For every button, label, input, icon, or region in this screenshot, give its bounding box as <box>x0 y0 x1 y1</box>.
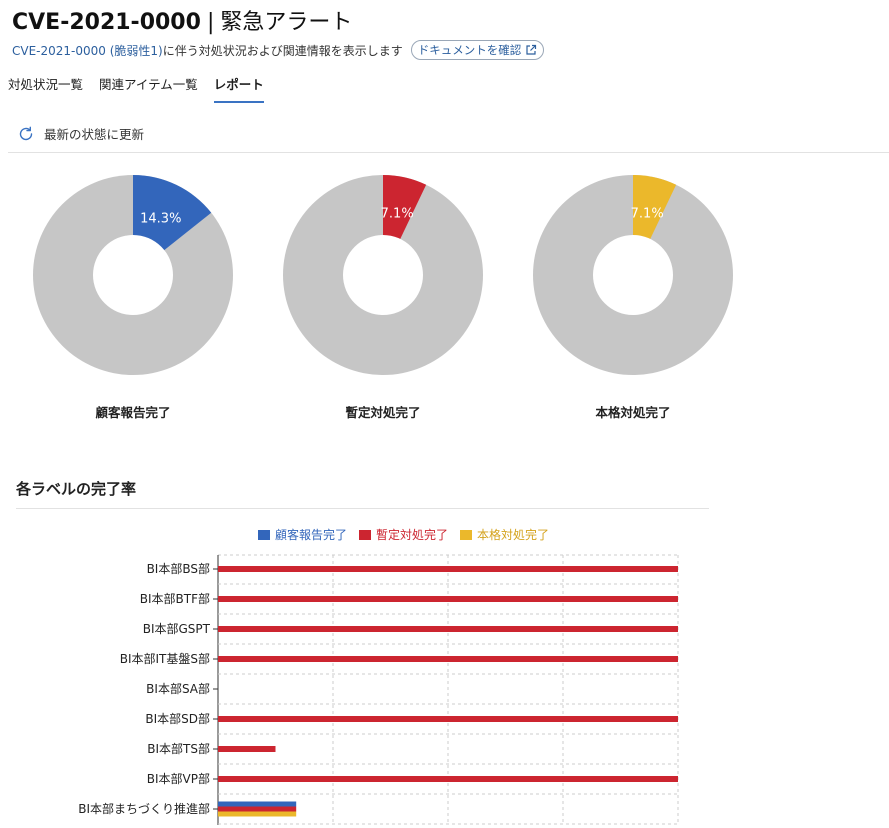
donut-svg: 7.1% <box>283 175 483 375</box>
donut-chart-full-fix: 7.1% 本格対処完了 <box>533 175 733 421</box>
title-alert: 緊急アラート <box>220 10 353 35</box>
page-header: CVE-2021-0000 | 緊急アラート CVE-2021-0000 (脆弱… <box>12 4 545 60</box>
y-tick-label: BI本部BS部 <box>147 561 210 576</box>
legend-swatch <box>258 529 270 540</box>
donut-svg: 7.1% <box>533 175 733 375</box>
bar[interactable] <box>218 566 678 572</box>
chart-legend: 顧客報告完了 暫定対処完了 本格対処完了 <box>258 526 549 543</box>
tab-bar: 対処状況一覧 関連アイテム一覧 レポート <box>8 72 264 103</box>
y-tick-label: BI本部GSPT <box>143 621 211 636</box>
legend-item-interim[interactable]: 暫定対処完了 <box>359 526 448 543</box>
bar[interactable] <box>218 596 678 602</box>
bar[interactable] <box>218 801 297 807</box>
section-title: 各ラベルの完了率 <box>16 480 137 498</box>
bar-chart: BI本部BS部 BI本部BTF部 BI本部GSPT BI本部IT基盤S部 BI本部SA部… <box>78 554 679 825</box>
donut-percent-label: 7.1% <box>381 207 414 222</box>
refresh-button[interactable]: 最新の状態に更新 <box>18 124 144 143</box>
external-link-icon <box>526 44 537 55</box>
bar[interactable] <box>218 716 678 722</box>
legend-item-customer[interactable]: 顧客報告完了 <box>258 526 347 543</box>
donut-label: 顧客報告完了 <box>95 405 171 420</box>
legend-swatch <box>359 529 372 540</box>
bar[interactable] <box>218 811 297 817</box>
y-tick-label: BI本部TS部 <box>147 741 210 756</box>
donut-percent-label: 14.3% <box>140 211 181 226</box>
y-tick-label: BI本部BTF部 <box>140 591 210 606</box>
donut-chart-customer-report: 14.3% 顧客報告完了 <box>33 175 233 421</box>
legend-label: 顧客報告完了 <box>275 528 348 542</box>
legend-label: 本格対処完了 <box>477 528 550 542</box>
y-tick-label: BI本部SA部 <box>146 681 210 696</box>
subtitle-cve-link[interactable]: CVE-2021-0000 (脆弱性1) <box>12 44 163 58</box>
page-title: CVE-2021-0000 | 緊急アラート <box>12 4 544 35</box>
y-tick-label: BI本部VP部 <box>147 771 210 786</box>
donut-percent-label: 7.1% <box>631 207 664 222</box>
section-divider <box>16 508 709 509</box>
subtitle: CVE-2021-0000 (脆弱性1)に伴う対処状況および関連情報を表示します… <box>12 40 545 60</box>
tab-report[interactable]: レポート <box>213 72 264 103</box>
donut-label: 暫定対処完了 <box>345 405 421 420</box>
documentation-button[interactable]: ドキュメントを確認 <box>410 40 545 60</box>
bar[interactable] <box>218 746 276 752</box>
divider <box>8 152 889 153</box>
legend-item-full[interactable]: 本格対処完了 <box>460 526 549 543</box>
legend-label: 暫定対処完了 <box>376 528 449 542</box>
bar[interactable] <box>218 776 678 782</box>
bar[interactable] <box>218 806 297 812</box>
donut-hole <box>343 235 423 315</box>
donut-label: 本格対処完了 <box>595 405 671 420</box>
donut-chart-interim-fix: 7.1% 暫定対処完了 <box>283 175 483 421</box>
donut-hole <box>93 235 173 315</box>
title-cve-id: CVE-2021-0000 <box>12 10 201 35</box>
legend-swatch <box>460 529 473 540</box>
tab-related-items[interactable]: 関連アイテム一覧 <box>99 72 198 103</box>
documentation-button-label: ドキュメントを確認 <box>417 43 522 57</box>
title-separator: | <box>206 10 215 35</box>
tab-status-list[interactable]: 対処状況一覧 <box>8 72 83 103</box>
bar[interactable] <box>218 656 678 662</box>
donut-svg: 14.3% <box>33 175 233 375</box>
y-tick-label: BI本部IT基盤S部 <box>120 651 210 666</box>
y-tick-label: BI本部まちづくり推進部 <box>78 801 210 816</box>
subtitle-text: に伴う対処状況および関連情報を表示します <box>162 43 403 58</box>
bar[interactable] <box>218 626 678 632</box>
refresh-label: 最新の状態に更新 <box>44 127 145 142</box>
donut-hole <box>593 235 673 315</box>
refresh-icon <box>19 126 33 140</box>
y-tick-label: BI本部SD部 <box>145 711 210 726</box>
